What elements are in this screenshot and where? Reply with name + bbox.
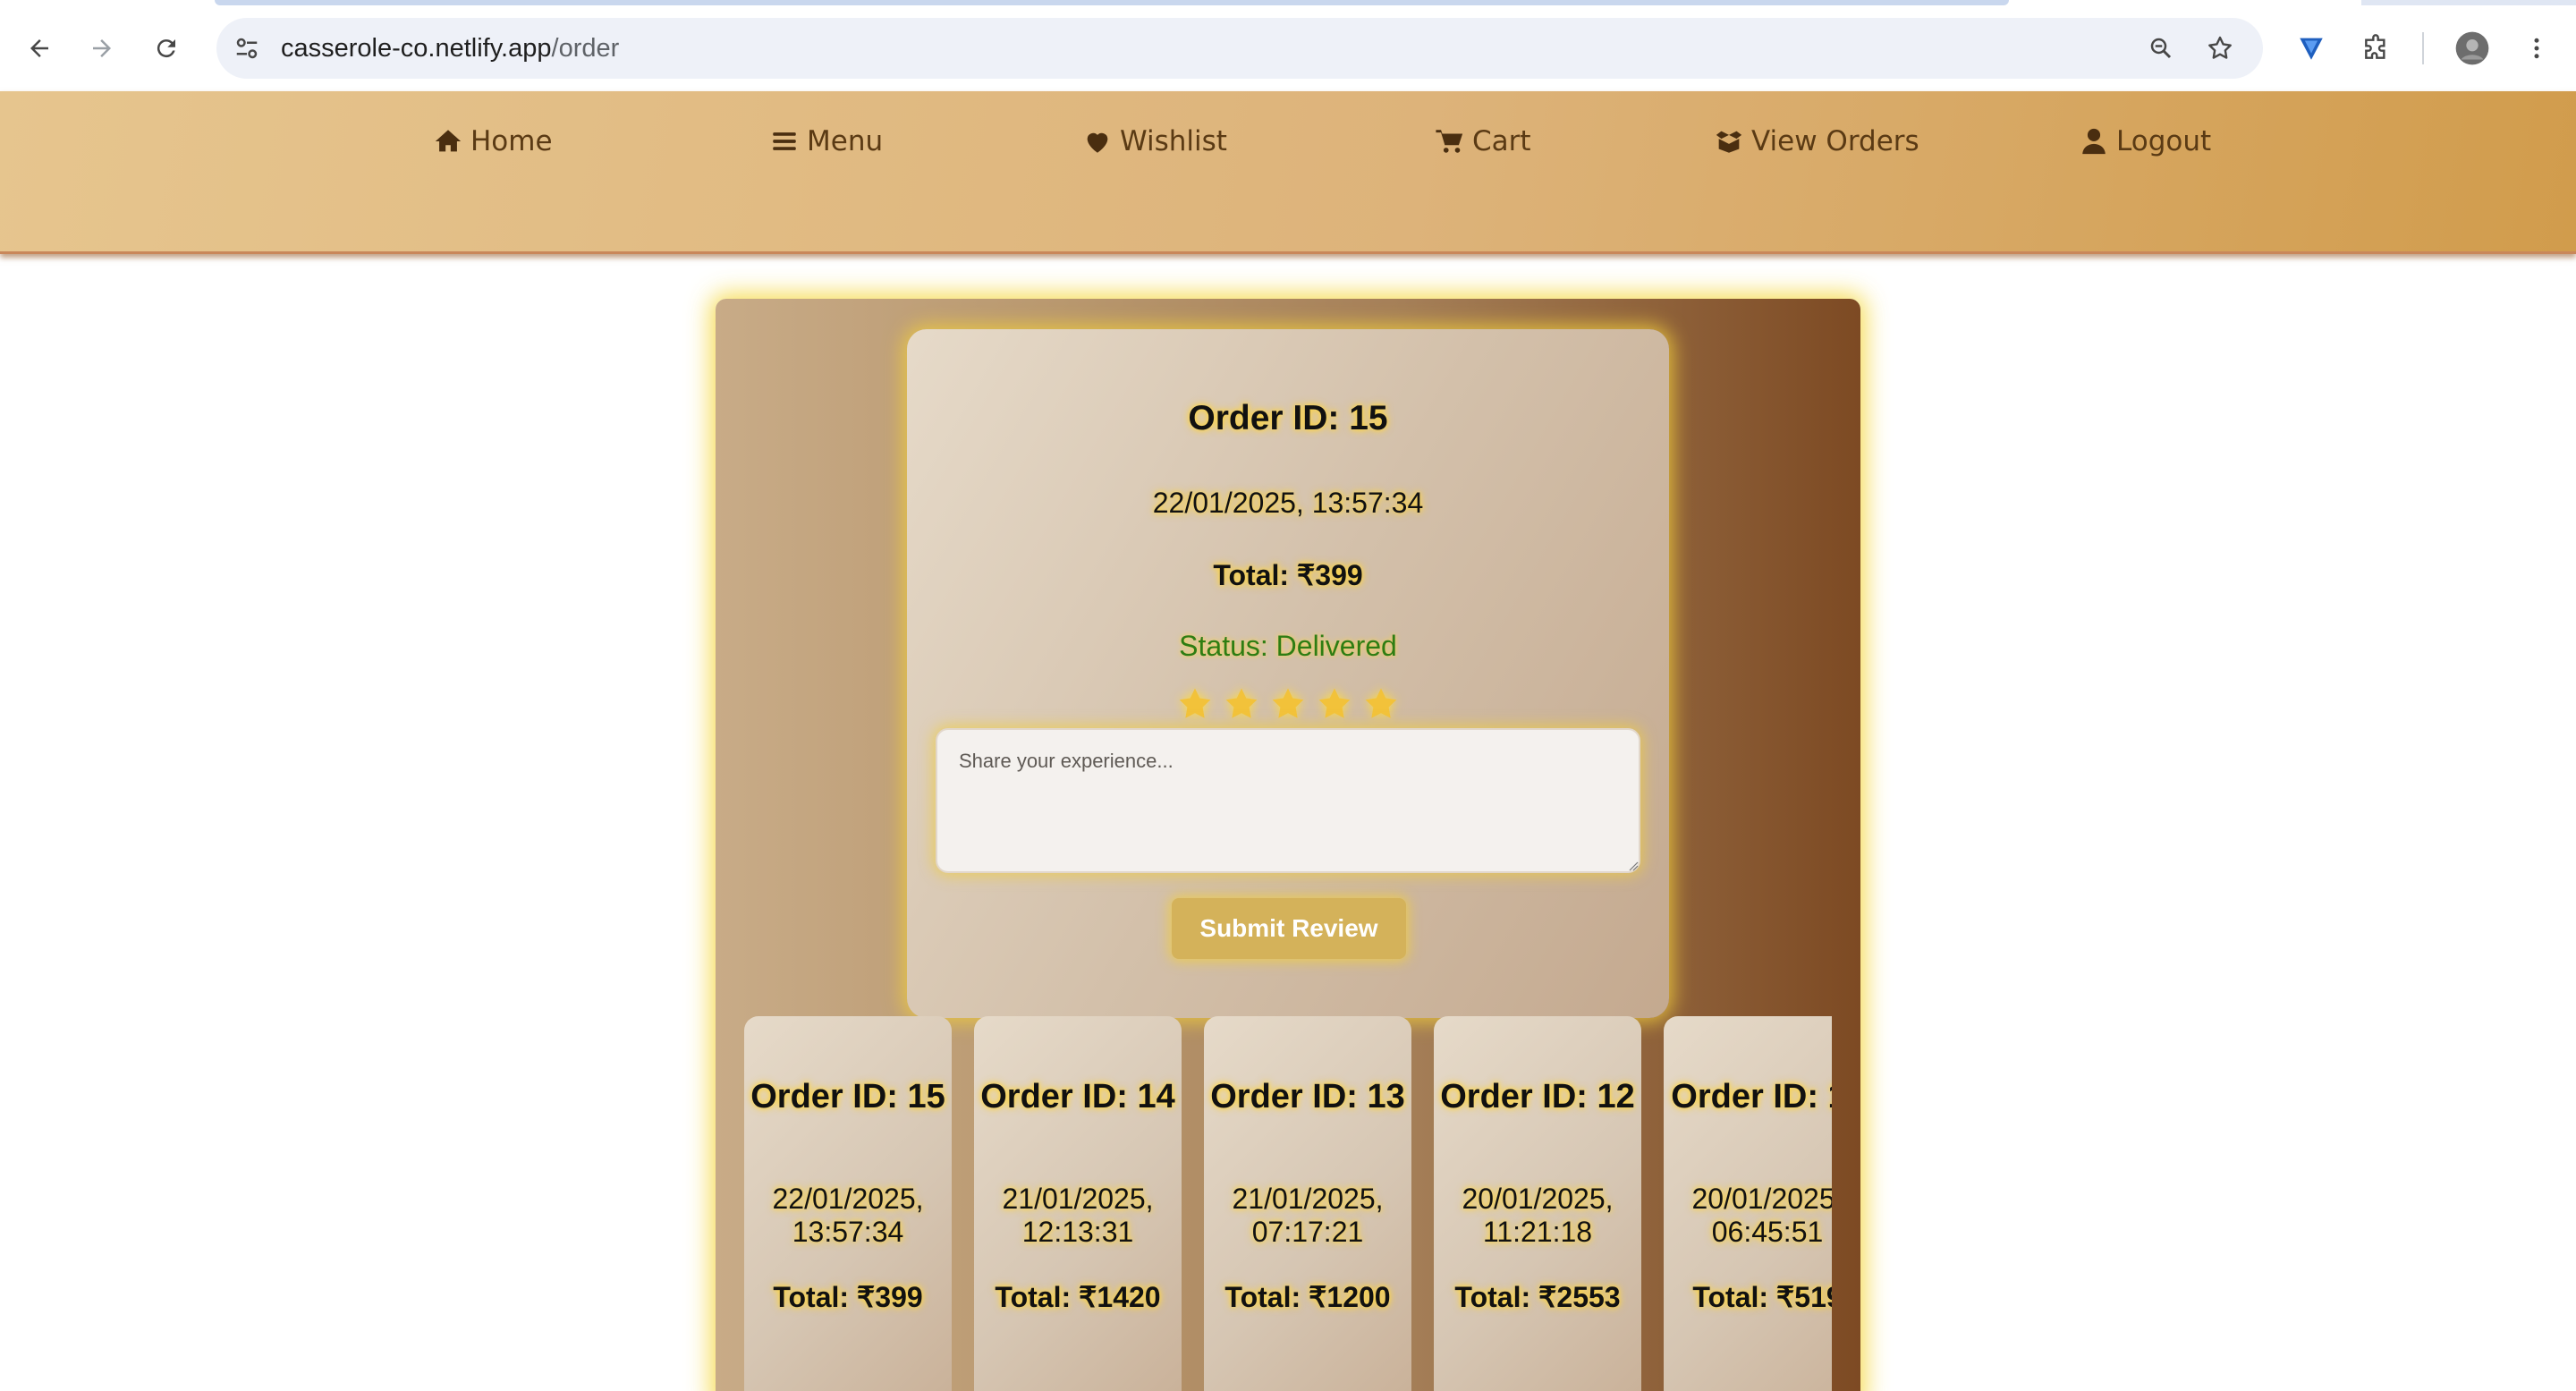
order-card-date: 21/01/2025, 12:13:31	[1002, 1183, 1154, 1248]
order-card[interactable]: Order ID: 11 20/01/2025, 06:45:51 Total:…	[1664, 1016, 1832, 1391]
star-icon[interactable]	[1314, 683, 1355, 725]
back-icon[interactable]	[18, 27, 61, 70]
cart-icon	[1436, 130, 1463, 153]
order-card-title: Order ID: 13	[1210, 1078, 1405, 1115]
nav-menu[interactable]: Menu	[769, 123, 883, 159]
order-date: 22/01/2025, 13:57:34	[1152, 487, 1424, 519]
nav-cart[interactable]: Cart	[1435, 123, 1531, 159]
profile-avatar-icon[interactable]	[2451, 27, 2494, 70]
order-card-total: Total: ₹2553	[1454, 1281, 1621, 1313]
site-info-icon[interactable]	[229, 30, 265, 66]
star-rating[interactable]	[907, 683, 1669, 725]
zoom-icon[interactable]	[2143, 30, 2179, 66]
order-card-total: Total: ₹1200	[1224, 1281, 1391, 1313]
resize-handle-icon[interactable]	[1628, 861, 1639, 871]
order-card[interactable]: Order ID: 13 21/01/2025, 07:17:21 Total:…	[1204, 1016, 1411, 1391]
nav-wishlist[interactable]: Wishlist	[1082, 123, 1227, 159]
bars-icon	[773, 132, 796, 150]
bookmark-star-icon[interactable]	[2202, 30, 2238, 66]
nav-cart-label: Cart	[1472, 125, 1531, 157]
nav-view-orders[interactable]: View Orders	[1714, 123, 1919, 159]
site-navbar: Home Menu Wishlist Cart View Orders Logo…	[0, 91, 2576, 254]
nav-wishlist-label: Wishlist	[1120, 125, 1227, 157]
nav-logout[interactable]: Logout	[2079, 123, 2211, 159]
star-icon[interactable]	[1267, 683, 1309, 725]
nav-view-orders-label: View Orders	[1751, 125, 1919, 157]
forward-icon[interactable]	[80, 27, 123, 70]
star-icon[interactable]	[1174, 683, 1216, 725]
order-card-title: Order ID: 12	[1440, 1078, 1635, 1115]
extensions-puzzle-icon[interactable]	[2354, 27, 2397, 70]
tab-strip	[2361, 0, 2576, 5]
active-tab-strip	[215, 0, 2009, 5]
home-icon	[435, 130, 462, 152]
order-card[interactable]: Order ID: 12 20/01/2025, 11:21:18 Total:…	[1434, 1016, 1641, 1391]
review-textarea[interactable]	[936, 728, 1640, 873]
order-card-date: 21/01/2025, 07:17:21	[1232, 1183, 1384, 1248]
address-bar[interactable]: casserole-co.netlify.app/order	[216, 18, 2263, 79]
order-card-total: Total: ₹399	[773, 1281, 923, 1313]
order-card-title: Order ID: 15	[750, 1078, 945, 1115]
order-cards-row: Order ID: 15 22/01/2025, 13:57:34 Total:…	[744, 1016, 1832, 1391]
order-card-date: 20/01/2025, 06:45:51	[1691, 1183, 1832, 1248]
nav-home[interactable]: Home	[433, 123, 553, 159]
nav-menu-label: Menu	[807, 125, 884, 157]
browser-toolbar: casserole-co.netlify.app/order	[0, 0, 2576, 91]
heart-icon	[1087, 132, 1108, 153]
submit-review-button[interactable]: Submit Review	[1172, 898, 1406, 959]
url-text[interactable]: casserole-co.netlify.app/order	[281, 34, 619, 64]
order-card-date: 20/01/2025, 11:21:18	[1462, 1183, 1614, 1248]
box-open-icon	[1716, 131, 1742, 153]
order-card-total: Total: ₹1420	[995, 1281, 1161, 1313]
url-path: /order	[551, 34, 620, 63]
order-card[interactable]: Order ID: 14 21/01/2025, 12:13:31 Total:…	[974, 1016, 1182, 1391]
reload-icon[interactable]	[145, 27, 188, 70]
order-card[interactable]: Order ID: 15 22/01/2025, 13:57:34 Total:…	[744, 1016, 952, 1391]
order-card-total: Total: ₹519	[1692, 1281, 1832, 1313]
order-card-title: Order ID: 14	[980, 1078, 1175, 1115]
url-host: casserole-co.netlify.app	[281, 34, 552, 63]
order-review-card: Order ID: 15 22/01/2025, 13:57:34 Total:…	[907, 329, 1669, 1018]
toolbar-divider	[2422, 32, 2424, 64]
order-title: Order ID: 15	[1188, 399, 1388, 437]
more-menu-icon[interactable]	[2515, 27, 2558, 70]
order-card-date: 22/01/2025, 13:57:34	[772, 1183, 924, 1248]
order-total: Total: ₹399	[1213, 559, 1363, 591]
order-card-title: Order ID: 11	[1671, 1078, 1832, 1115]
star-icon[interactable]	[1360, 683, 1402, 725]
user-icon	[2082, 128, 2106, 155]
nav-logout-label: Logout	[2116, 125, 2212, 157]
star-icon[interactable]	[1221, 683, 1262, 725]
order-status: Status: Delivered	[1179, 630, 1397, 662]
extension-shield-icon[interactable]	[2290, 27, 2333, 70]
nav-home-label: Home	[470, 125, 553, 157]
orders-panel: Order ID: 15 22/01/2025, 13:57:34 Total:…	[716, 299, 1860, 1391]
